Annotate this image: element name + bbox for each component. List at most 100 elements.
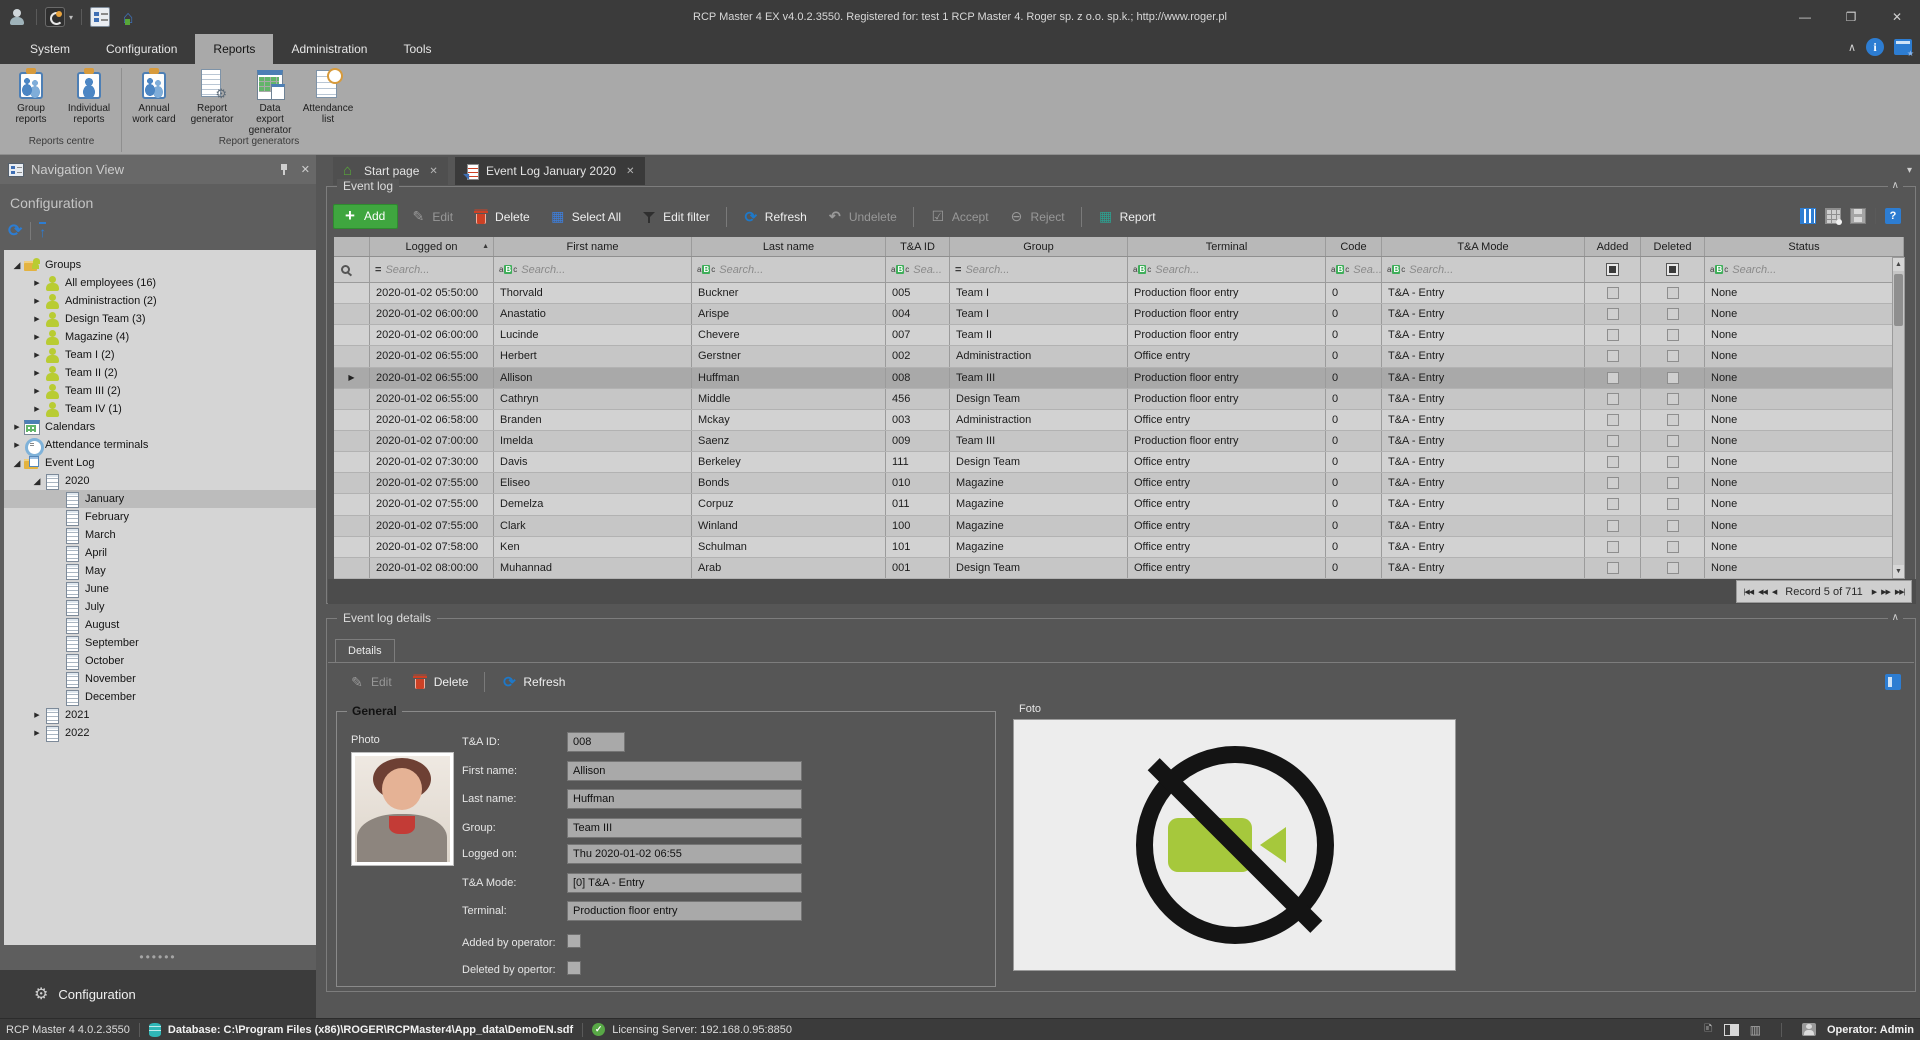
tree-item-administraction-2[interactable]: ▶Administraction (2) [4, 292, 316, 310]
info-icon[interactable]: i [1866, 38, 1884, 56]
collapse-ribbon-icon[interactable]: ∧ [1848, 41, 1856, 54]
menu-tab-administration[interactable]: Administration [273, 34, 385, 64]
checkbox-added-by-operator[interactable] [567, 934, 581, 948]
tree-item-january[interactable]: January [4, 490, 316, 508]
equals-filter-icon[interactable]: = [375, 264, 381, 276]
collapse-all-icon[interactable]: ↑ [39, 222, 46, 240]
last-record-icon[interactable]: ▶▶| [1895, 588, 1905, 596]
filter-cell-status[interactable]: aBcSearch... [1705, 257, 1904, 282]
column-header-group[interactable]: Group [950, 237, 1128, 256]
toolbar-button-add[interactable]: Add [333, 204, 398, 229]
scroll-down-icon[interactable]: ▼ [1893, 565, 1904, 578]
tree-item-design-team-3[interactable]: ▶Design Team (3) [4, 310, 316, 328]
menu-tab-reports[interactable]: Reports [195, 34, 273, 64]
table-row[interactable]: 2020-01-02 07:55:00DemelzaCorpuz011Magaz… [334, 494, 1904, 515]
expander-icon[interactable]: ▶ [30, 711, 44, 719]
field-input-last-name[interactable]: Huffman [567, 789, 802, 809]
ribbon-button-data-export-generator[interactable]: Data export generator [241, 66, 299, 136]
column-header-mode[interactable]: T&A Mode [1382, 237, 1585, 256]
prev-page-icon[interactable]: ◀◀ [1758, 588, 1767, 596]
table-scrollbar[interactable]: ▲ ▼ [1892, 257, 1905, 579]
field-input-t-a-mode[interactable]: [0] T&A - Entry [567, 873, 802, 893]
field-input-logged-on[interactable]: Thu 2020-01-02 06:55 [567, 844, 802, 864]
equals-filter-icon[interactable]: = [955, 264, 961, 276]
column-header-taid[interactable]: T&A ID [886, 237, 950, 256]
restore-button[interactable]: ❐ [1828, 0, 1874, 34]
toolbar-button-select-all[interactable]: Select All [542, 205, 629, 229]
collapse-panel-icon[interactable]: ∧ [1888, 180, 1903, 191]
menu-tab-system[interactable]: System [12, 34, 88, 64]
toolbar-button-edit-filter[interactable]: Edit filter [633, 205, 718, 229]
filter-cell-deleted[interactable] [1641, 257, 1705, 282]
license-window-icon[interactable] [1894, 39, 1912, 55]
close-icon[interactable]: ✕ [301, 163, 310, 176]
close-button[interactable]: ✕ [1874, 0, 1920, 34]
collapse-panel-icon[interactable]: ∧ [1888, 612, 1903, 623]
expander-icon[interactable]: ▶ [10, 441, 24, 449]
expander-icon[interactable]: ▶ [30, 369, 44, 377]
next-page-icon[interactable]: ▶▶ [1881, 588, 1890, 596]
tree-item-september[interactable]: September [4, 634, 316, 652]
filter-cell-taid[interactable]: aBcSea... [886, 257, 950, 282]
tree-item-march[interactable]: March [4, 526, 316, 544]
sidebar-item-configuration[interactable]: ⚙ Configuration [0, 970, 316, 1018]
filter-cell-mode[interactable]: aBcSearch... [1382, 257, 1585, 282]
close-icon[interactable]: ✕ [429, 166, 437, 177]
column-header-terminal[interactable]: Terminal [1128, 237, 1326, 256]
checkbox-deleted-by-opertor[interactable] [567, 961, 581, 975]
filter-checkbox[interactable] [1606, 263, 1619, 276]
tree-item-2021[interactable]: ▶2021 [4, 706, 316, 724]
tab-list-chevron-icon[interactable]: ▾ [1907, 165, 1912, 176]
toolbar-button-delete[interactable]: Delete [404, 670, 477, 694]
tree-item-calendars[interactable]: ▶Calendars [4, 418, 316, 436]
expander-icon[interactable]: ▶ [30, 405, 44, 413]
abc-filter-icon[interactable]: aBc [1331, 265, 1349, 274]
pin-icon[interactable] [279, 163, 289, 176]
tree-item-february[interactable]: February [4, 508, 316, 526]
column-header-code[interactable]: Code [1326, 237, 1382, 256]
tree-item-groups[interactable]: ◢Groups [4, 256, 316, 274]
ribbon-button-group-reports[interactable]: Group reports [2, 66, 60, 136]
table-row[interactable]: 2020-01-02 06:55:00HerbertGerstner002Adm… [334, 346, 1904, 367]
prev-record-icon[interactable]: ◀ [1772, 588, 1776, 596]
ribbon-button-report-generator[interactable]: Report generator [183, 66, 241, 136]
column-header-logged-on[interactable]: Logged on▲ [370, 237, 494, 256]
table-row[interactable]: 2020-01-02 06:00:00LucindeChevere007Team… [334, 325, 1904, 346]
abc-filter-icon[interactable]: aBc [697, 265, 715, 274]
splitter-handle[interactable]: •••••• [0, 950, 316, 964]
expander-icon[interactable]: ▶ [30, 315, 44, 323]
menu-tab-tools[interactable]: Tools [385, 34, 449, 64]
ribbon-button-annual-work-card[interactable]: Annual work card [125, 66, 183, 136]
toolbar-button-refresh[interactable]: Refresh [493, 670, 573, 694]
abc-filter-icon[interactable]: aBc [891, 265, 909, 274]
columns-icon[interactable] [1800, 208, 1816, 224]
table-row[interactable]: 2020-01-02 07:55:00ClarkWinland100Magazi… [334, 516, 1904, 537]
expander-icon[interactable]: ◢ [10, 458, 24, 469]
expander-icon[interactable]: ▶ [30, 387, 44, 395]
tree-item-2020[interactable]: ◢2020 [4, 472, 316, 490]
refresh-tree-icon[interactable]: ⟳ [8, 221, 22, 241]
tree-item-may[interactable]: May [4, 562, 316, 580]
table-row[interactable]: 2020-01-02 06:00:00AnastatioArispe004Tea… [334, 304, 1904, 325]
tab-event-log-january-2020[interactable]: Event Log January 2020✕ [455, 157, 645, 185]
expander-icon[interactable]: ◢ [10, 260, 24, 271]
filter-checkbox[interactable] [1666, 263, 1679, 276]
tree-item-july[interactable]: July [4, 598, 316, 616]
tree-item-team-iii-2[interactable]: ▶Team III (2) [4, 382, 316, 400]
abc-filter-icon[interactable]: aBc [1710, 265, 1728, 274]
table-row[interactable]: 2020-01-02 07:55:00EliseoBonds010Magazin… [334, 473, 1904, 494]
ribbon-button-attendance-list[interactable]: Attendance list [299, 66, 357, 136]
toolbar-button-refresh[interactable]: Refresh [735, 205, 815, 229]
tree-item-attendance-terminals[interactable]: ▶Attendance terminals [4, 436, 316, 454]
filter-cell-terminal[interactable]: aBcSearch... [1128, 257, 1326, 282]
ribbon-button-individual-reports[interactable]: Individual reports [60, 66, 118, 136]
toolbar-button-report[interactable]: Report [1090, 205, 1164, 229]
abc-filter-icon[interactable]: aBc [1387, 265, 1405, 274]
tree-item-team-ii-2[interactable]: ▶Team II (2) [4, 364, 316, 382]
tree-item-december[interactable]: December [4, 688, 316, 706]
expander-icon[interactable]: ▶ [30, 297, 44, 305]
table-row[interactable]: 2020-01-02 06:58:00BrandenMckay003Admini… [334, 410, 1904, 431]
minimize-button[interactable]: — [1782, 0, 1828, 34]
abc-filter-icon[interactable]: aBc [1133, 265, 1151, 274]
filter-cell-code[interactable]: aBcSea... [1326, 257, 1382, 282]
